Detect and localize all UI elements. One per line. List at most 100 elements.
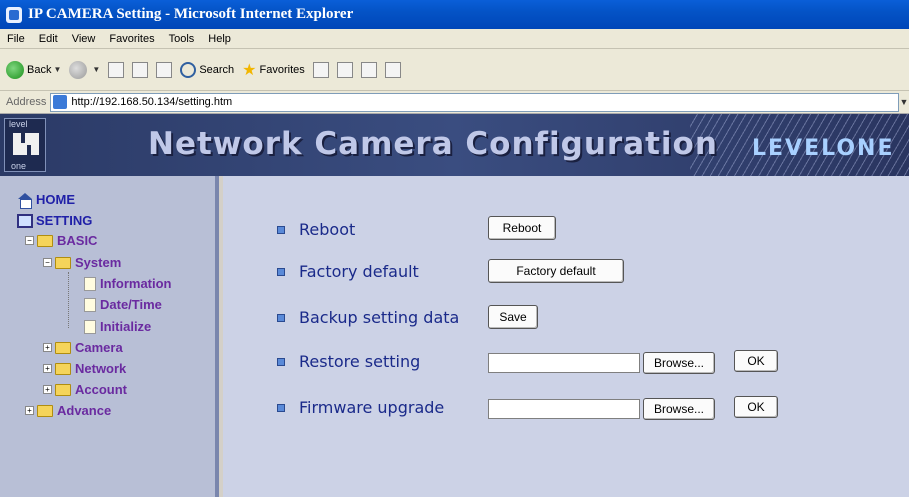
folder-open-icon (37, 234, 53, 247)
firmware-file-input[interactable] (488, 399, 640, 419)
menu-tools[interactable]: Tools (162, 33, 202, 45)
page-title: Network Camera Configuration (148, 126, 718, 162)
sidebar-item-home[interactable]: HOME (17, 192, 75, 209)
folder-icon (37, 404, 53, 417)
menu-bar: File Edit View Favorites Tools Help (0, 29, 909, 49)
browser-toolbar: Back ▼ ▼ Search ★ Favorites (0, 49, 909, 91)
firmware-label: Firmware upgrade (299, 398, 445, 417)
sidebar-item-label: Information (100, 276, 172, 291)
expand-icon[interactable]: + (43, 343, 52, 352)
address-dropdown-icon[interactable]: ▼ (899, 97, 909, 107)
back-arrow-icon (6, 60, 24, 79)
sidebar-item-label: Advance (57, 403, 112, 418)
sidebar-item-label: Initialize (100, 319, 152, 334)
ie-icon (6, 6, 22, 23)
bullet-icon (277, 267, 285, 276)
settings-panel: Reboot Reboot Factory default Factory de… (223, 176, 909, 497)
favorites-button[interactable]: ★ Favorites (242, 60, 305, 80)
restore-label: Restore setting (299, 352, 421, 371)
search-button[interactable]: Search (180, 61, 235, 78)
bullet-icon (277, 403, 285, 412)
forward-arrow-icon (69, 60, 88, 79)
refresh-icon[interactable] (132, 61, 149, 78)
search-label: Search (199, 63, 235, 76)
page-banner: level one Network Camera Configuration L… (0, 114, 909, 176)
window-titlebar: IP CAMERA Setting - Microsoft Internet E… (0, 0, 909, 29)
bullet-icon (277, 225, 285, 234)
star-icon: ★ (242, 61, 257, 79)
firmware-row: Firmware upgrade (277, 398, 444, 417)
sidebar-item-datetime[interactable]: Date/Time (84, 297, 162, 312)
backup-row: Backup setting data (277, 308, 459, 327)
menu-file[interactable]: File (0, 33, 32, 45)
brand-logo: LEVELONE (752, 136, 895, 161)
forward-button[interactable]: ▼ (69, 60, 101, 79)
restore-browse-button[interactable]: Browse... (643, 352, 715, 374)
sidebar-item-initialize[interactable]: Initialize (84, 319, 151, 334)
folder-icon (55, 362, 71, 375)
dropdown-arrow-icon: ▼ (92, 65, 101, 74)
stop-icon[interactable] (108, 61, 125, 78)
edit-icon[interactable] (384, 61, 401, 78)
logo-bottom-text: one (11, 161, 27, 171)
firmware-browse-button[interactable]: Browse... (643, 398, 715, 420)
menu-edit[interactable]: Edit (32, 33, 65, 45)
logo-top-text: level (9, 119, 28, 129)
expand-icon[interactable]: + (43, 385, 52, 394)
address-input[interactable]: http://192.168.50.134/setting.htm (50, 92, 899, 112)
restore-file-input[interactable] (488, 353, 640, 373)
address-bar: Address http://192.168.50.134/setting.ht… (0, 91, 909, 114)
page-icon (53, 95, 68, 109)
factory-default-label: Factory default (299, 262, 419, 281)
sidebar-item-advance[interactable]: + Advance (25, 403, 111, 418)
sidebar-item-system[interactable]: − System (43, 255, 121, 270)
document-icon (84, 319, 96, 334)
restore-ok-button[interactable]: OK (734, 350, 778, 372)
menu-favorites[interactable]: Favorites (102, 33, 161, 45)
sidebar-item-label: Account (75, 382, 127, 397)
reboot-label: Reboot (299, 220, 356, 239)
expand-icon[interactable]: + (25, 406, 34, 415)
sidebar-item-information[interactable]: Information (84, 276, 172, 291)
backup-label: Backup setting data (299, 308, 460, 327)
home-icon (17, 192, 33, 209)
document-icon (84, 297, 96, 312)
document-icon (84, 276, 96, 291)
favorites-label: Favorites (259, 63, 305, 76)
mail-icon[interactable] (336, 61, 353, 78)
collapse-icon[interactable]: − (43, 258, 52, 267)
factory-default-row: Factory default (277, 262, 419, 281)
menu-help[interactable]: Help (201, 33, 238, 45)
reboot-row: Reboot (277, 220, 355, 239)
dropdown-arrow-icon: ▼ (53, 65, 62, 74)
history-icon[interactable] (312, 61, 329, 78)
sidebar-tree: HOME SETTING − BASIC − System Informatio… (0, 176, 219, 497)
bullet-icon (277, 313, 285, 322)
sidebar-item-account[interactable]: + Account (43, 382, 127, 397)
bullet-icon (277, 357, 285, 366)
sidebar-item-label: Network (75, 361, 127, 376)
save-button[interactable]: Save (488, 305, 538, 329)
computer-icon (17, 213, 33, 228)
sidebar-item-camera[interactable]: + Camera (43, 340, 123, 355)
folder-icon (55, 341, 71, 354)
firmware-ok-button[interactable]: OK (734, 396, 778, 418)
collapse-icon[interactable]: − (25, 236, 34, 245)
menu-view[interactable]: View (65, 33, 103, 45)
address-url: http://192.168.50.134/setting.htm (71, 96, 233, 108)
back-label: Back (27, 63, 52, 76)
reboot-button[interactable]: Reboot (488, 216, 556, 240)
sidebar-item-network[interactable]: + Network (43, 361, 126, 376)
sidebar-item-label: System (75, 255, 122, 270)
sidebar-item-setting[interactable]: SETTING (17, 213, 92, 228)
print-icon[interactable] (360, 61, 377, 78)
expand-icon[interactable]: + (43, 364, 52, 373)
back-button[interactable]: Back ▼ (6, 60, 62, 79)
sidebar-item-label: BASIC (57, 233, 98, 248)
sidebar-item-label: Camera (75, 340, 123, 355)
search-icon (180, 61, 197, 78)
home-icon[interactable] (156, 61, 173, 78)
factory-default-button[interactable]: Factory default (488, 259, 624, 283)
sidebar-item-basic[interactable]: − BASIC (25, 233, 97, 248)
levelone-logo: level one (4, 118, 46, 172)
